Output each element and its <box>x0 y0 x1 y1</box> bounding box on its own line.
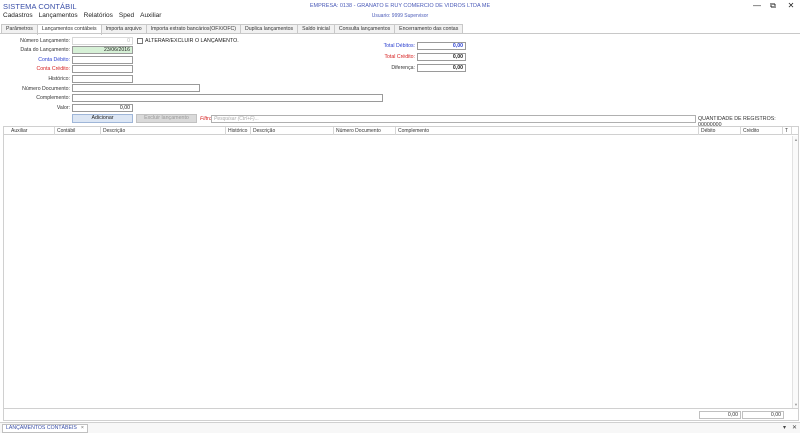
tab-divider <box>0 33 800 34</box>
numero-documento-field[interactable] <box>72 84 200 92</box>
minimize-icon[interactable]: — <box>751 1 763 10</box>
complemento-field[interactable] <box>72 94 383 102</box>
col-historico[interactable]: Histórico <box>226 127 251 135</box>
scroll-up-icon[interactable]: ▲ <box>793 137 799 142</box>
alterar-excluir-checkbox[interactable] <box>137 38 143 44</box>
col-credito[interactable]: Crédito <box>741 127 783 135</box>
valor-field[interactable]: 0,00 <box>72 104 133 112</box>
numero-lancamento-field: 0 <box>72 37 133 45</box>
complemento-label: Complemento: <box>36 95 70 101</box>
col-auxiliar[interactable]: Auxiliar <box>9 127 55 135</box>
historico-field[interactable] <box>72 75 133 83</box>
data-lancamento-label: Data do Lançamento: <box>20 47 70 53</box>
search-input[interactable]: Pesquisar (Ctrl+F)... <box>211 115 696 123</box>
col-numero-documento[interactable]: Número Documento <box>334 127 396 135</box>
close-all-tabs-icon[interactable]: ✕ <box>792 424 797 431</box>
document-tab-bar: LANÇAMENTOS CONTÁBEIS × ▾ ✕ <box>0 422 800 433</box>
diferenca-field: 0,00 <box>417 64 466 72</box>
grid-header: Auxiliar Contábil Descrição Histórico De… <box>4 127 798 135</box>
diferenca-label: Diferença: <box>391 65 415 71</box>
total-debitos-field: 0,00 <box>417 42 466 50</box>
document-tab-label: LANÇAMENTOS CONTÁBEIS <box>6 425 77 431</box>
document-tab-close-icon[interactable]: × <box>81 425 84 431</box>
alterar-excluir-label: ALTERAR/EXCLUIR O LANÇAMENTO. <box>145 38 239 44</box>
title-bar: SISTEMA CONTÁBIL EMPRESA: 0138 - GRANATO… <box>0 0 800 12</box>
restore-icon[interactable]: ⧉ <box>767 1 779 11</box>
company-name: EMPRESA: 0138 - GRANATO E RUY COMERCIO D… <box>309 3 491 9</box>
filtro-label: Filtro <box>200 116 212 122</box>
grid-footer-divider <box>4 408 798 409</box>
close-icon[interactable]: ✕ <box>785 1 797 10</box>
conta-debito-label: Conta Débito: <box>38 57 70 63</box>
data-lancamento-field[interactable]: 23/06/2016 <box>72 46 133 54</box>
scroll-down-icon[interactable]: ▼ <box>793 402 799 407</box>
col-tipo[interactable]: T <box>783 127 792 135</box>
menu-relatorios[interactable]: Relatórios <box>83 12 114 22</box>
valor-label: Valor: <box>56 105 70 111</box>
conta-credito-label: Conta Crédito: <box>36 66 70 72</box>
document-tab-lancamentos[interactable]: LANÇAMENTOS CONTÁBEIS × <box>2 424 88 433</box>
col-complemento[interactable]: Complemento <box>396 127 699 135</box>
conta-credito-field[interactable] <box>72 65 133 73</box>
menu-auxiliar[interactable]: Auxiliar <box>139 12 162 22</box>
numero-documento-label: Número Documento: <box>22 86 70 92</box>
menu-lancamentos[interactable]: Lançamentos <box>38 12 79 22</box>
grid-scrollbar[interactable]: ▲ ▼ <box>792 136 798 408</box>
col-contabil[interactable]: Contábil <box>55 127 101 135</box>
total-creditos-field: 0,00 <box>417 53 466 61</box>
menu-sped[interactable]: Sped <box>118 12 135 22</box>
col-debito[interactable]: Débito <box>699 127 741 135</box>
col-descricao-conta[interactable]: Descrição <box>101 127 226 135</box>
total-debitos-label: Total Débitos: <box>383 43 415 49</box>
excluir-lancamento-button[interactable]: Excluir lançamento <box>136 114 197 123</box>
tab-list-dropdown-icon[interactable]: ▾ <box>783 424 786 431</box>
adicionar-button[interactable]: Adicionar <box>72 114 133 123</box>
col-descricao-historico[interactable]: Descrição <box>251 127 334 135</box>
historico-label: Histórico: <box>48 76 70 82</box>
conta-debito-field[interactable] <box>72 56 133 64</box>
menu-bar: Cadastros Lançamentos Relatórios Sped Au… <box>2 12 162 22</box>
footer-credito-total: 0,00 <box>742 411 784 419</box>
menu-cadastros[interactable]: Cadastros <box>2 12 34 22</box>
numero-lancamento-label: Número Lançamento: <box>20 38 70 44</box>
lancamentos-grid: Auxiliar Contábil Descrição Histórico De… <box>3 126 799 421</box>
footer-debito-total: 0,00 <box>699 411 741 419</box>
total-creditos-label: Total Crédito: <box>384 54 415 60</box>
